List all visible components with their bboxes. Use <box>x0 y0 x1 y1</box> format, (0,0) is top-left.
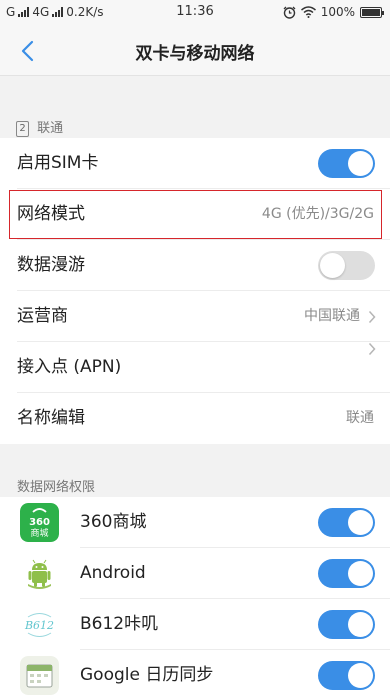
toggle-knob <box>348 561 373 586</box>
enable-sim-label: 启用SIM卡 <box>17 153 99 173</box>
status-bar: G 4G 0.2K/s 11:36 100% <box>0 0 390 26</box>
app-label: Android <box>80 563 146 583</box>
carrier-value-group: 中国联通 <box>304 291 376 342</box>
sim-section-header: 2 联通 <box>16 117 316 137</box>
page-title: 双卡与移动网络 <box>135 44 255 64</box>
name-edit-value: 联通 <box>346 410 374 426</box>
nav-bar: 双卡与移动网络 <box>0 26 390 76</box>
app-row-360: 360 商城 360商城 <box>0 497 390 548</box>
app-360-toggle[interactable] <box>318 508 375 537</box>
chevron-right-icon <box>368 310 376 323</box>
carrier-value: 中国联通 <box>304 308 360 324</box>
app-android-toggle[interactable] <box>318 559 375 588</box>
toggle-knob <box>348 663 373 688</box>
toggle-knob <box>320 253 345 278</box>
data-roaming-toggle[interactable] <box>318 251 375 280</box>
alarm-icon <box>283 6 296 19</box>
battery-icon <box>360 6 384 18</box>
network-mode-label: 网络模式 <box>17 204 85 224</box>
app-row-b612: B612 B612咔叽 <box>0 599 390 650</box>
battery-percent: 100% <box>320 5 355 19</box>
network-mode-row[interactable]: 网络模式 4G (优先)/3G/2G <box>0 189 390 240</box>
app-google-calendar-toggle[interactable] <box>318 661 375 690</box>
sim-settings-card: 启用SIM卡 网络模式 4G (优先)/3G/2G 数据漫游 运营商 中国联通 … <box>0 138 390 444</box>
b612-icon: B612 <box>20 605 59 644</box>
status-right: 100% <box>283 5 384 19</box>
toggle-knob <box>348 510 373 535</box>
app-permissions-card: 360 商城 360商城 Android B612 B612咔叽 Google … <box>0 497 390 695</box>
sim-card-icon: 2 <box>16 120 29 137</box>
network-mode-value: 4G (优先)/3G/2G <box>261 206 374 222</box>
name-edit-row[interactable]: 名称编辑 联通 <box>0 393 390 444</box>
data-roaming-row[interactable]: 数据漫游 <box>0 240 390 291</box>
360-store-icon-text1: 360 <box>29 517 50 528</box>
carrier-label: 运营商 <box>17 306 68 326</box>
data-roaming-label: 数据漫游 <box>17 255 85 275</box>
app-label: 360商城 <box>80 512 147 532</box>
calendar-sync-icon <box>20 656 59 695</box>
app-label: B612咔叽 <box>80 614 159 634</box>
toggle-knob <box>348 151 373 176</box>
apn-row[interactable]: 接入点 (APN) <box>0 342 390 393</box>
app-row-android: Android <box>0 548 390 599</box>
sim-section-title: 联通 <box>37 121 64 136</box>
app-b612-toggle[interactable] <box>318 610 375 639</box>
app-label: Google 日历同步 <box>80 665 214 685</box>
wifi-icon <box>300 6 316 18</box>
toggle-knob <box>348 612 373 637</box>
app-row-google-calendar: Google 日历同步 <box>0 650 390 695</box>
enable-sim-row[interactable]: 启用SIM卡 <box>0 138 390 189</box>
enable-sim-toggle[interactable] <box>318 149 375 178</box>
data-section-header: 数据网络权限 <box>17 480 96 495</box>
name-edit-label: 名称编辑 <box>17 408 85 428</box>
360-store-icon: 360 商城 <box>20 503 59 542</box>
b612-icon-text: B612 <box>24 619 54 632</box>
android-icon <box>20 554 59 593</box>
chevron-right-icon <box>368 342 376 356</box>
apn-value-group <box>368 342 376 356</box>
apn-label: 接入点 (APN) <box>17 357 122 377</box>
carrier-row[interactable]: 运营商 中国联通 <box>0 291 390 342</box>
360-store-icon-text2: 商城 <box>30 527 48 539</box>
